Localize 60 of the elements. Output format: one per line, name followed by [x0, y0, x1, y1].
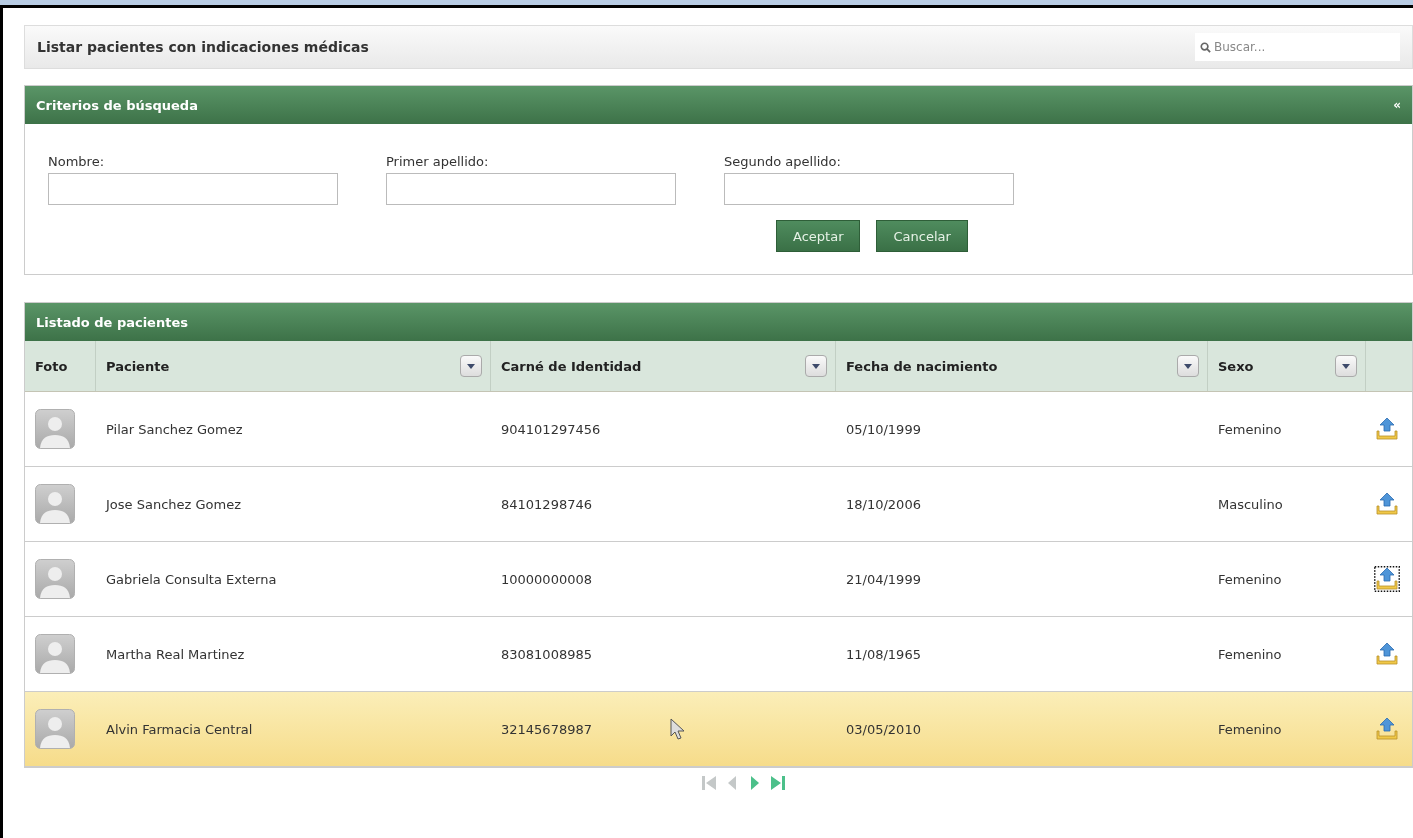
table-row[interactable]: Alvin Farmacia Central 32145678987 03/05/2010 Femenino — [25, 692, 1412, 767]
avatar-icon — [35, 559, 75, 599]
table-cell: Femenino — [1218, 421, 1282, 437]
upload-tray-icon[interactable] — [1374, 566, 1400, 592]
input-field[interactable] — [386, 173, 676, 205]
table-cell: Pilar Sanchez Gomez — [106, 421, 243, 437]
table-cell: 03/05/2010 — [846, 721, 921, 737]
table-cell: 21/04/1999 — [846, 571, 921, 587]
table-cell: Femenino — [1218, 571, 1282, 587]
last-page-button[interactable] — [769, 774, 787, 792]
accept-button[interactable]: Aceptar — [776, 220, 861, 252]
caret-icon — [1184, 363, 1192, 369]
page-title: Listar pacientes con indicaciones médicas — [37, 39, 369, 55]
column-title: Fecha de nacimiento — [846, 358, 998, 374]
table-cell: 10000000008 — [501, 571, 592, 587]
search-field[interactable]: Buscar... — [1195, 33, 1400, 61]
column-header[interactable]: Sexo — [1208, 341, 1366, 391]
column-menu-button[interactable] — [460, 355, 482, 377]
panel-title: Listado de pacientes — [36, 314, 188, 330]
input-field[interactable] — [724, 173, 1014, 205]
table-cell: Femenino — [1218, 721, 1282, 737]
column-header[interactable]: Foto — [25, 341, 96, 391]
caret-icon — [467, 363, 475, 369]
table-cell: 11/08/1965 — [846, 646, 921, 662]
table-cell: Jose Sanchez Gomez — [106, 496, 241, 512]
caret-icon — [1342, 363, 1350, 369]
caret-icon — [812, 363, 820, 369]
table-cell: 32145678987 — [501, 721, 592, 737]
field-label: Primer apellido: — [386, 154, 490, 169]
avatar-icon — [35, 709, 75, 749]
mouse-cursor-icon — [670, 718, 686, 740]
avatar-icon — [35, 409, 75, 449]
column-menu-button[interactable] — [805, 355, 827, 377]
column-header[interactable]: Fecha de nacimiento — [836, 341, 1208, 391]
table-cell: Gabriela Consulta Externa — [106, 571, 277, 587]
input-field[interactable] — [48, 173, 338, 205]
field-label: Nombre: — [48, 154, 106, 169]
table-cell: Alvin Farmacia Central — [106, 721, 253, 737]
panel-title: Criterios de búsqueda — [36, 97, 198, 113]
table-cell: Femenino — [1218, 646, 1282, 662]
table-cell: 05/10/1999 — [846, 421, 921, 437]
table-cell: 18/10/2006 — [846, 496, 921, 512]
table-cell: 83081008985 — [501, 646, 592, 662]
table-cell: Martha Real Martinez — [106, 646, 245, 662]
column-menu-button[interactable] — [1335, 355, 1357, 377]
column-menu-button[interactable] — [1177, 355, 1199, 377]
table-cell: 904101297456 — [501, 421, 601, 437]
column-title: Sexo — [1218, 358, 1254, 374]
table-cell: Masculino — [1218, 496, 1283, 512]
field-label: Segundo apellido: — [724, 154, 842, 169]
column-header[interactable]: Carné de Identidad — [491, 341, 836, 391]
column-title: Carné de Identidad — [501, 358, 642, 374]
avatar-icon — [35, 484, 75, 524]
avatar-icon — [35, 634, 75, 674]
cancel-button[interactable]: Cancelar — [876, 220, 968, 252]
column-header[interactable]: Paciente — [96, 341, 491, 391]
table-cell: 84101298746 — [501, 496, 592, 512]
collapse-button[interactable]: « — [1393, 98, 1401, 112]
column-title: Foto — [35, 358, 68, 374]
column-title: Paciente — [106, 358, 170, 374]
